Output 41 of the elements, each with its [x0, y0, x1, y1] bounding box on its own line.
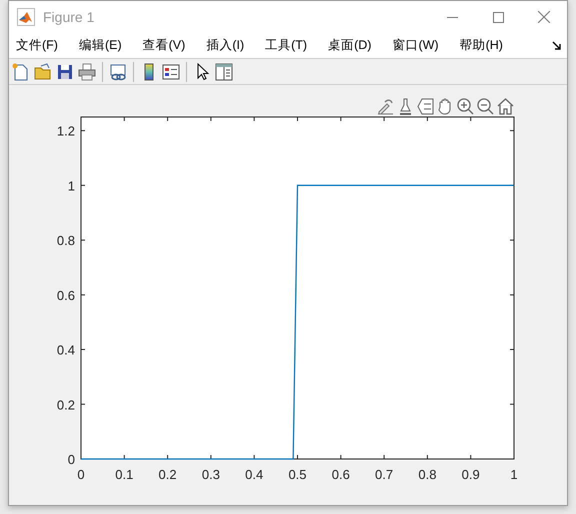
- x-tick-label: 0.9: [462, 467, 480, 482]
- menu-item[interactable]: 查看(V): [142, 36, 194, 55]
- x-tick-label: 0.7: [375, 467, 394, 482]
- x-tick-label: 0.2: [158, 467, 177, 482]
- y-tick-label: 0.6: [56, 288, 75, 303]
- menu-item[interactable]: 编辑(E): [78, 36, 130, 55]
- x-tick-label: 0.6: [332, 467, 350, 482]
- home-icon[interactable]: [496, 97, 515, 116]
- maximize-icon: [492, 12, 504, 22]
- menu-item[interactable]: 工具(T): [265, 36, 316, 55]
- y-tick-label: 0.4: [56, 342, 75, 358]
- matlab-logo-icon: [17, 8, 35, 26]
- print-icon[interactable]: [77, 62, 97, 82]
- property-panel-icon[interactable]: [214, 62, 234, 82]
- x-tick-label: 0.8: [418, 467, 436, 482]
- x-tick-label: 0.3: [202, 467, 220, 482]
- x-tick-label: 0: [77, 467, 85, 482]
- x-tick-label: 0.5: [288, 467, 307, 482]
- zoom-out-icon[interactable]: [476, 97, 495, 116]
- x-tick-label: 0.4: [245, 467, 264, 482]
- menu-item[interactable]: 插入(I): [206, 36, 252, 55]
- y-tick-label: 0.8: [56, 233, 75, 248]
- close-icon: [538, 11, 550, 23]
- menu-item[interactable]: 桌面(D): [328, 36, 380, 55]
- data-tip-icon[interactable]: [416, 97, 435, 116]
- x-tick-label: 1: [510, 467, 518, 482]
- y-tick-label: 1.2: [56, 124, 75, 139]
- menu-item[interactable]: 文件(F): [16, 36, 66, 55]
- zoom-in-icon[interactable]: [456, 97, 475, 116]
- menu-item[interactable]: 窗口(W): [392, 36, 447, 55]
- open-folder-icon[interactable]: [33, 62, 53, 82]
- dock-arrow-icon[interactable]: [552, 41, 561, 50]
- y-tick-label: 0: [68, 452, 75, 467]
- y-tick-label: 1: [68, 178, 75, 194]
- link-plot-icon[interactable]: [108, 62, 128, 82]
- x-tick-label: 0.1: [115, 467, 134, 482]
- window-title: Figure 1: [43, 8, 94, 27]
- export-icon[interactable]: [376, 97, 395, 116]
- y-tick-label: 0.2: [56, 397, 75, 412]
- legend-icon[interactable]: [161, 62, 181, 82]
- menu-item[interactable]: 帮助(H): [460, 36, 511, 55]
